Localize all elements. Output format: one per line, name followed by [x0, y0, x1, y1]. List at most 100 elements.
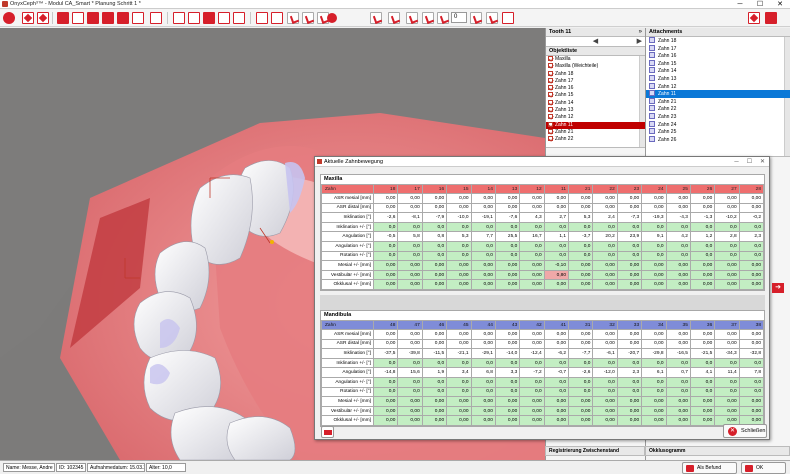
movement-value-cell[interactable]: 0,0: [641, 221, 667, 233]
registration-panel-header[interactable]: Registrierung Zwischenstand: [545, 446, 645, 456]
movement-value-cell[interactable]: 0,00: [446, 405, 472, 417]
movement-value-cell[interactable]: 0,0: [446, 240, 472, 252]
movement-value-cell[interactable]: 0,00: [641, 415, 667, 426]
movement-value-cell[interactable]: 0,00: [372, 260, 399, 271]
movement-value-cell[interactable]: 0,0: [567, 240, 594, 252]
movement-value-cell[interactable]: 0,0: [689, 250, 716, 262]
movement-value-cell[interactable]: 0,00: [616, 279, 643, 290]
movement-value-cell[interactable]: 0,0: [421, 250, 448, 262]
movement-value-cell[interactable]: 0,0: [665, 386, 691, 398]
movement-value-cell[interactable]: 0,00: [592, 405, 618, 417]
movement-value-cell[interactable]: 0,0: [421, 386, 448, 398]
movement-value-cell[interactable]: 0,0: [397, 221, 423, 233]
movement-value-cell[interactable]: 0,0: [738, 221, 765, 233]
attachment-item[interactable]: Zahn 23: [646, 112, 790, 121]
arch-icon[interactable]: [502, 12, 514, 24]
movement-value-cell[interactable]: 0,0: [641, 386, 667, 398]
movement-value-cell[interactable]: 0,00: [567, 260, 594, 271]
movement-value-cell[interactable]: 0,0: [714, 357, 740, 369]
movement-value-cell[interactable]: 0,0: [372, 357, 399, 369]
movement-value-cell[interactable]: 0,00: [714, 260, 740, 271]
movement-value-cell[interactable]: 0,0: [714, 250, 740, 262]
settings-icon[interactable]: [748, 12, 760, 24]
movement-value-cell[interactable]: -0,10: [543, 260, 570, 271]
attachment-item[interactable]: Zahn 13: [646, 74, 790, 83]
object-list-item[interactable]: Zahn 11: [546, 121, 645, 129]
movement-value-cell[interactable]: 0,00: [397, 415, 423, 426]
movement-value-cell[interactable]: 0,00: [738, 260, 765, 271]
movement-value-cell[interactable]: 0,0: [592, 357, 618, 369]
movement-value-cell[interactable]: 0,00: [616, 396, 643, 407]
movement-value-cell[interactable]: 0,0: [567, 250, 594, 262]
object-list-item[interactable]: Zahn 18: [546, 70, 645, 78]
movement-value-cell[interactable]: 0,00: [519, 279, 545, 290]
tooth-2-icon[interactable]: [271, 12, 283, 24]
movement-value-cell[interactable]: 0,00: [665, 405, 691, 417]
movement-value-cell[interactable]: 0,00: [567, 279, 594, 290]
movement-value-cell[interactable]: 0,0: [421, 240, 448, 252]
movement-value-cell[interactable]: 0,00: [421, 260, 448, 271]
dialog-close-button[interactable]: ✕: [756, 157, 769, 167]
movement-value-cell[interactable]: 0,00: [616, 405, 643, 417]
movement-value-cell[interactable]: 0,00: [397, 260, 423, 271]
object-list-item[interactable]: Maxilla (Weichteile): [546, 63, 645, 70]
movement-value-cell[interactable]: 0,0: [592, 386, 618, 398]
movement-value-cell[interactable]: 0,00: [470, 269, 496, 281]
maximize-button[interactable]: ☐: [750, 0, 770, 9]
collapse-icon[interactable]: »: [639, 28, 642, 37]
visibility-checkbox[interactable]: [548, 136, 553, 142]
movement-value-cell[interactable]: 0,0: [714, 376, 740, 388]
minimize-button[interactable]: ─: [730, 0, 750, 9]
movement-value-cell[interactable]: 0,00: [494, 396, 521, 407]
movement-value-cell[interactable]: 0,00: [592, 396, 618, 407]
movement-value-cell[interactable]: 0,00: [421, 269, 448, 281]
movement-value-cell[interactable]: 0,0: [470, 221, 496, 233]
movement-value-cell[interactable]: 0,00: [372, 405, 399, 417]
movement-value-cell[interactable]: 0,0: [641, 357, 667, 369]
move-down-icon[interactable]: [388, 12, 400, 24]
movement-value-cell[interactable]: 0,00: [494, 415, 521, 426]
square-view-icon[interactable]: [57, 12, 69, 24]
rotate-left-icon[interactable]: [287, 12, 299, 24]
movement-value-cell[interactable]: 0,00: [641, 396, 667, 407]
movement-value-cell[interactable]: 0,0: [519, 240, 545, 252]
movement-value-cell[interactable]: 0,0: [519, 376, 545, 388]
movement-value-cell[interactable]: 0,0: [372, 386, 399, 398]
movement-value-cell[interactable]: 0,0: [470, 386, 496, 398]
movement-value-cell[interactable]: 0,0: [714, 221, 740, 233]
movement-value-cell[interactable]: 0,0: [519, 386, 545, 398]
movement-value-cell[interactable]: 0,0: [543, 221, 570, 233]
movement-value-cell[interactable]: 0,00: [470, 396, 496, 407]
movement-value-cell[interactable]: 0,00: [421, 279, 448, 290]
movement-value-cell[interactable]: 0,00: [494, 279, 521, 290]
movement-value-cell[interactable]: 0,00: [397, 269, 423, 281]
movement-value-cell[interactable]: 0,0: [519, 221, 545, 233]
movement-value-cell[interactable]: 0,0: [519, 250, 545, 262]
movement-value-cell[interactable]: 0,0: [397, 250, 423, 262]
movement-value-cell[interactable]: 0,00: [689, 269, 716, 281]
movement-value-cell[interactable]: 0,0: [372, 221, 399, 233]
movement-value-cell[interactable]: 0,0: [446, 357, 472, 369]
movement-value-cell[interactable]: 0,00: [665, 279, 691, 290]
movement-value-cell[interactable]: 0,00: [446, 415, 472, 426]
movement-value-cell[interactable]: 0,00: [421, 396, 448, 407]
movement-value-cell[interactable]: 0,00: [397, 279, 423, 290]
movement-value-cell[interactable]: 0,0: [446, 376, 472, 388]
object-list-item[interactable]: Zahn 12: [546, 114, 645, 121]
movement-value-cell[interactable]: 0,00: [519, 415, 545, 426]
exit-icon[interactable]: [765, 12, 777, 24]
movement-value-cell[interactable]: 0,0: [714, 240, 740, 252]
movement-value-cell[interactable]: 0,00: [592, 279, 618, 290]
object-list-item[interactable]: Maxilla: [546, 56, 645, 63]
movement-value-cell[interactable]: 0,0: [616, 250, 643, 262]
attachment-item[interactable]: Zahn 24: [646, 120, 790, 129]
close-window-button[interactable]: ✕: [770, 0, 790, 9]
movement-value-cell[interactable]: 0,0: [494, 357, 521, 369]
movement-value-cell[interactable]: 0,0: [738, 357, 765, 369]
movement-value-cell[interactable]: 0,00: [519, 260, 545, 271]
movement-value-cell[interactable]: 0,00: [519, 269, 545, 281]
movement-value-cell[interactable]: 0,00: [519, 396, 545, 407]
movement-value-cell[interactable]: 0,00: [641, 260, 667, 271]
movement-value-cell[interactable]: 0,00: [470, 260, 496, 271]
movement-value-cell[interactable]: 0,0: [616, 357, 643, 369]
